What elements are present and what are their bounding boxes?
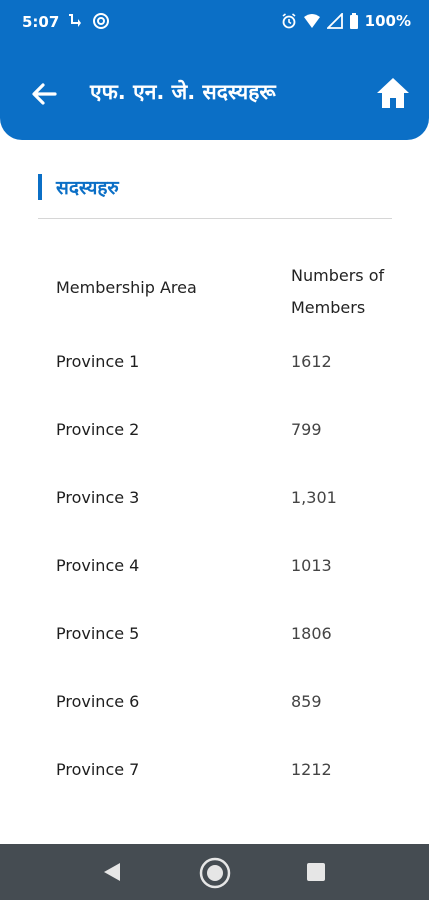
row-member-count: 1806: [291, 624, 332, 643]
battery-percent: 100%: [364, 12, 411, 30]
members-table: Membership Area Numbers of Members Provi…: [0, 250, 429, 804]
table-row: Province 3 1,301: [0, 464, 429, 532]
row-member-count: 1,301: [291, 488, 337, 507]
status-left-icons: [66, 12, 110, 30]
nav-recents-icon[interactable]: [306, 862, 326, 882]
table-header: Membership Area Numbers of Members: [0, 250, 429, 328]
header-number-of-members: Numbers of Members: [291, 266, 385, 317]
battery-icon: [349, 13, 358, 29]
row-area: Province 5: [56, 624, 140, 643]
signal-icon: [326, 13, 343, 29]
status-time: 5:07: [22, 13, 60, 31]
row-area: Province 1: [56, 352, 140, 371]
table-row: Province 5 1806: [0, 600, 429, 668]
row-member-count: 1013: [291, 556, 332, 575]
table-row: Province 4 1013: [0, 532, 429, 600]
row-area: Province 6: [56, 692, 140, 711]
section-divider: [38, 218, 392, 219]
system-navigation-bar: [0, 844, 429, 900]
nav-home-icon[interactable]: [198, 856, 232, 890]
alarm-icon: [282, 13, 296, 29]
row-member-count: 859: [291, 692, 322, 711]
app-screen: 5:07 100% एफ. एन. जे. सदस्यहरू सदस्यहरु …: [0, 0, 429, 900]
row-area: Province 2: [56, 420, 140, 439]
table-row: Province 2 799: [0, 396, 429, 464]
back-arrow-icon[interactable]: [30, 80, 58, 108]
home-icon[interactable]: [375, 76, 411, 110]
row-area: Province 7: [56, 760, 140, 779]
header-membership-area: Membership Area: [56, 278, 197, 297]
call-forward-icon: [69, 14, 81, 27]
row-area: Province 3: [56, 488, 140, 507]
row-area: Province 4: [56, 556, 140, 575]
page-title: एफ. एन. जे. सदस्यहरू: [90, 80, 276, 104]
section-accent-bar: [38, 174, 42, 200]
wifi-icon: [303, 14, 320, 28]
table-row: Province 6 859: [0, 668, 429, 736]
table-row: Province 7 1212: [0, 736, 429, 804]
nav-back-icon[interactable]: [100, 860, 124, 884]
top-app-bar: 5:07 100% एफ. एन. जे. सदस्यहरू: [0, 0, 429, 140]
row-member-count: 1212: [291, 760, 332, 779]
sync-icon: [93, 13, 109, 29]
row-member-count: 1612: [291, 352, 332, 371]
status-right-icons: 100%: [281, 12, 411, 30]
section-title: सदस्यहरु: [56, 177, 119, 199]
table-row: Province 1 1612: [0, 328, 429, 396]
app-bar: एफ. एन. जे. सदस्यहरू: [0, 62, 429, 126]
section-heading: सदस्यहरु: [38, 174, 119, 200]
row-member-count: 799: [291, 420, 322, 439]
status-bar: 5:07 100%: [0, 0, 429, 46]
